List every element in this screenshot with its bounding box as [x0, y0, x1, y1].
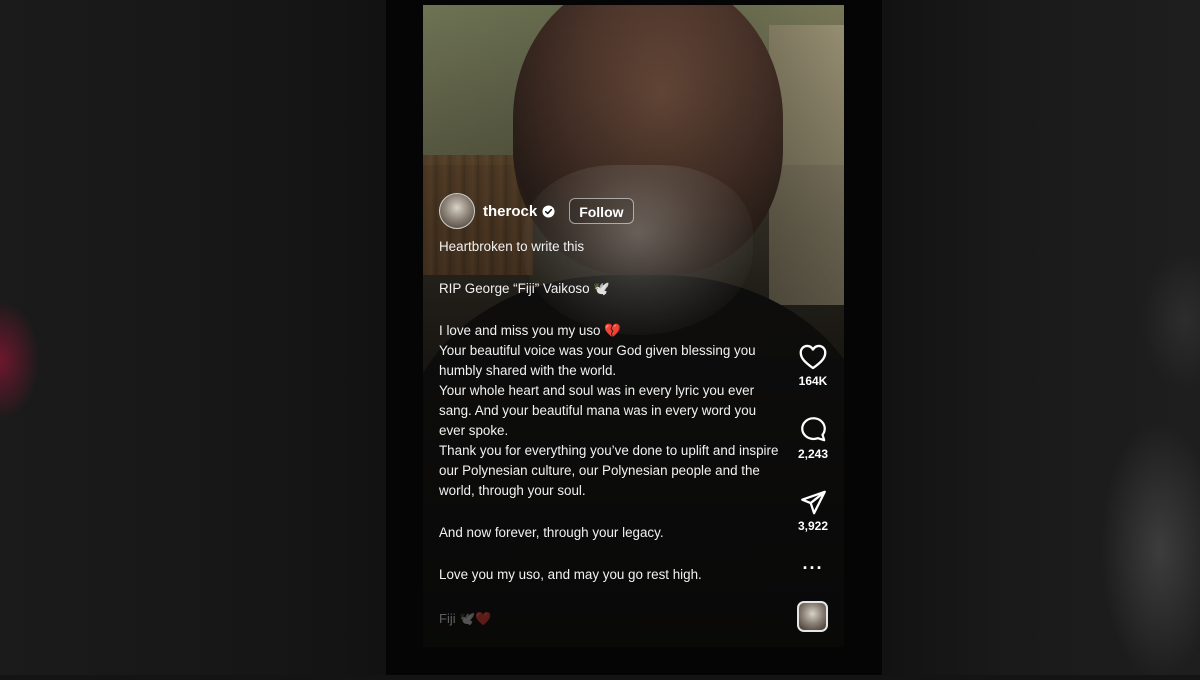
- right-background: [882, 0, 1200, 680]
- comment-button[interactable]: 2,243: [788, 416, 838, 461]
- heart-icon: [799, 344, 827, 370]
- caption-overflow-text: Fiji 🕊️❤️: [439, 611, 492, 626]
- caption-line: Heartbroken to write this: [439, 239, 585, 254]
- caption-line: RIP George “Fiji” Vaikoso 🕊️: [439, 281, 610, 296]
- verified-badge-icon: [542, 204, 555, 218]
- follow-button[interactable]: Follow: [569, 198, 634, 224]
- caption-line: Your whole heart and soul was in every l…: [439, 383, 757, 438]
- like-count: 164K: [798, 374, 828, 388]
- post-header: therock Follow: [439, 192, 634, 230]
- right-blur: [1100, 420, 1200, 680]
- username[interactable]: therock: [483, 203, 537, 220]
- audio-thumbnail[interactable]: [797, 601, 828, 632]
- left-background: [0, 0, 386, 675]
- left-glow: [0, 300, 40, 420]
- more-icon[interactable]: ···: [788, 558, 838, 579]
- caption-line: I love and miss you my uso 💔: [439, 323, 621, 338]
- like-button[interactable]: 164K: [788, 344, 838, 388]
- profile-avatar[interactable]: [439, 193, 475, 229]
- send-icon: [800, 490, 826, 515]
- caption-line: Your beautiful voice was your God given …: [439, 343, 756, 378]
- caption-line: And now forever, through your legacy.: [439, 525, 664, 540]
- right-blur-2: [1140, 250, 1200, 390]
- share-button[interactable]: 3,922: [788, 490, 838, 533]
- caption-line: Love you my uso, and may you go rest hig…: [439, 567, 702, 582]
- caption-line: Thank you for everything you’ve done to …: [439, 443, 779, 498]
- comment-count: 2,243: [797, 447, 829, 461]
- comment-icon: [800, 417, 826, 442]
- share-count: 3,922: [797, 519, 829, 533]
- post-caption: Heartbroken to write this RIP George “Fi…: [439, 237, 779, 585]
